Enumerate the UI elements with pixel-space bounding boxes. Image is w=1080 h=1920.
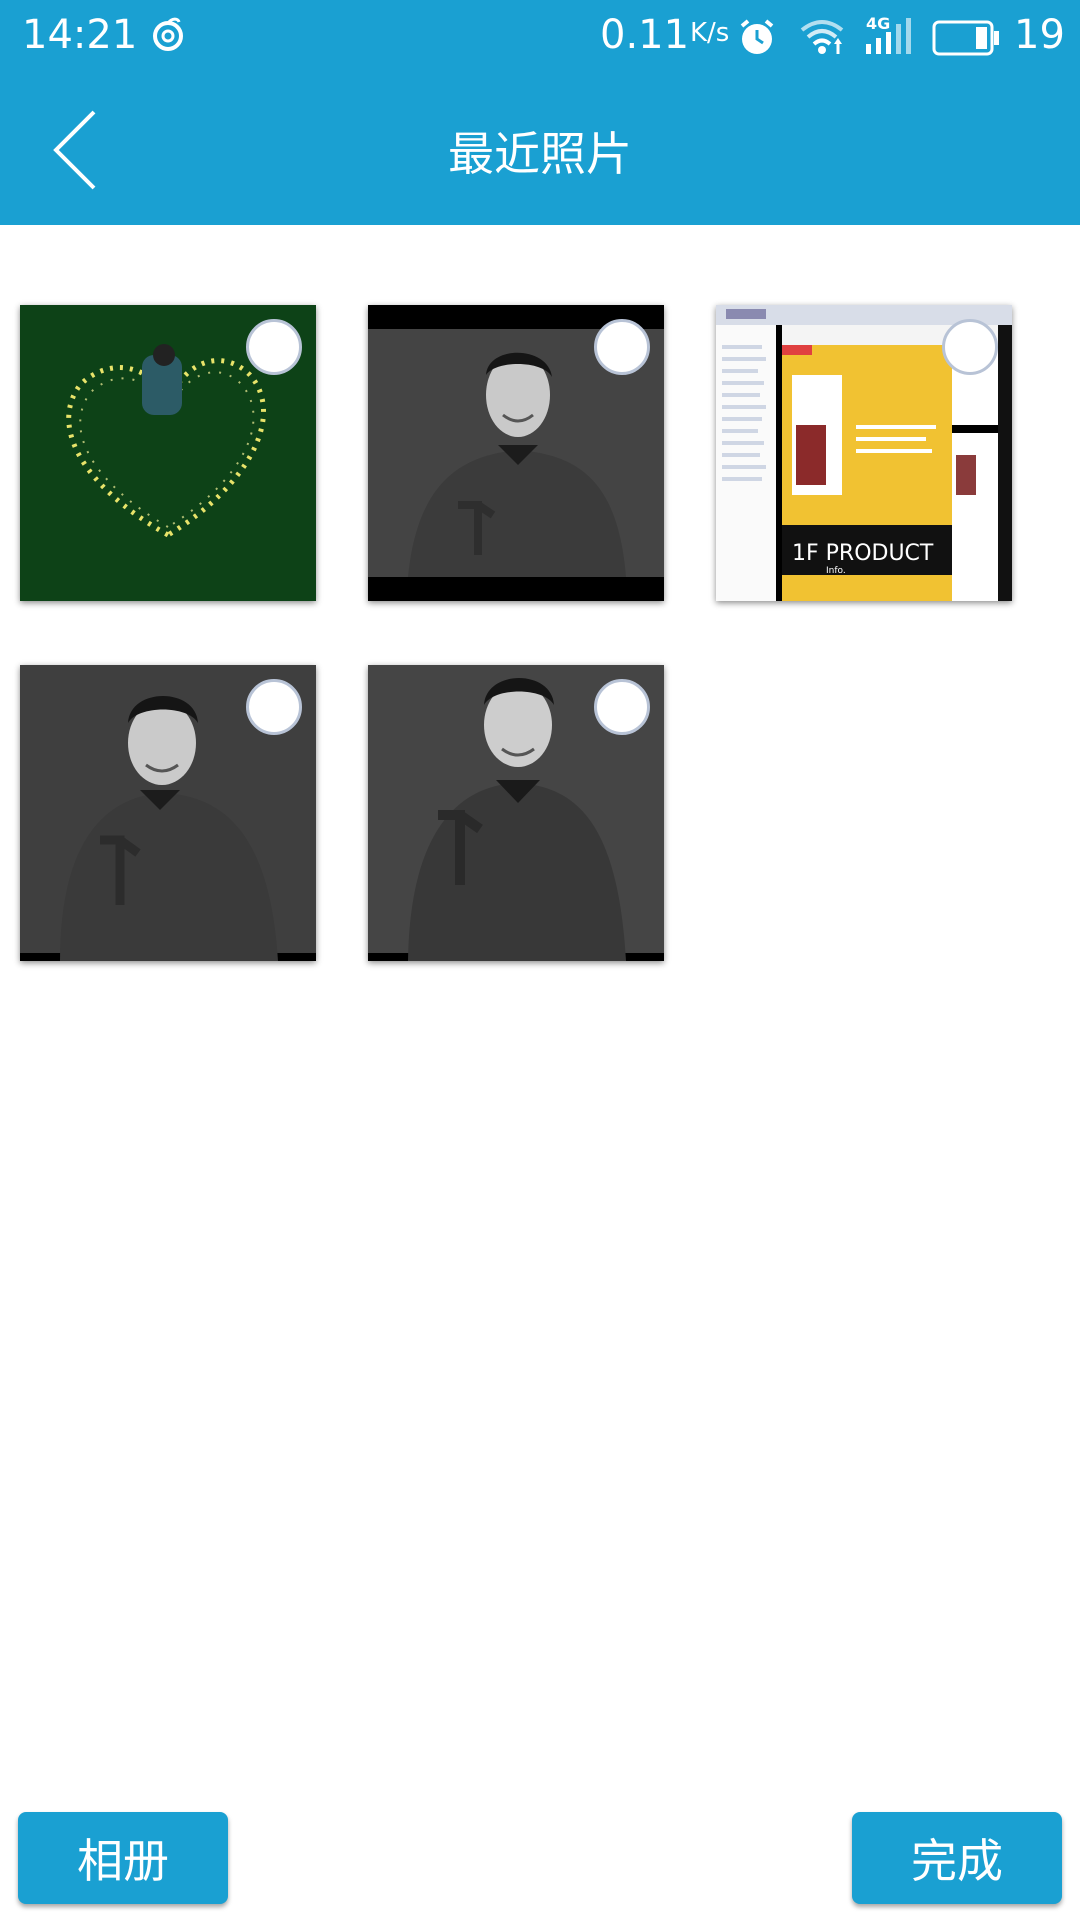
select-checkbox[interactable] bbox=[942, 319, 998, 375]
battery-percent: 19 bbox=[1014, 12, 1065, 58]
screenshot-text-1f: 1F PRODUCT bbox=[792, 541, 934, 566]
done-button[interactable]: 完成 bbox=[852, 1812, 1062, 1904]
select-checkbox[interactable] bbox=[246, 319, 302, 375]
signal-icon bbox=[866, 18, 911, 54]
status-time: 14:21 bbox=[22, 12, 138, 58]
wifi-icon bbox=[800, 20, 844, 54]
status-bar: 14:21 0.11 K/s 4G 19 bbox=[0, 0, 1080, 75]
page-title: 最近照片 bbox=[448, 127, 632, 181]
app-header: 14:21 0.11 K/s 4G 19 最近照片 bbox=[0, 0, 1080, 225]
select-checkbox[interactable] bbox=[246, 679, 302, 735]
screenshot-text-info: Info. bbox=[826, 566, 846, 576]
photo-thumbnail[interactable] bbox=[368, 305, 664, 601]
net-speed: 0.11 bbox=[600, 12, 690, 58]
battery-icon bbox=[932, 20, 999, 56]
netease-music-icon bbox=[153, 17, 183, 51]
album-button[interactable]: 相册 bbox=[18, 1812, 228, 1904]
alarm-icon bbox=[740, 19, 774, 54]
select-checkbox[interactable] bbox=[594, 319, 650, 375]
photo-thumbnail[interactable]: 1F PRODUCT Info. bbox=[716, 305, 1012, 601]
photo-thumbnail[interactable] bbox=[368, 665, 664, 961]
net-speed-unit: K/s bbox=[690, 18, 730, 48]
photo-thumbnail[interactable] bbox=[20, 665, 316, 961]
select-checkbox[interactable] bbox=[594, 679, 650, 735]
photo-thumbnail[interactable] bbox=[20, 305, 316, 601]
